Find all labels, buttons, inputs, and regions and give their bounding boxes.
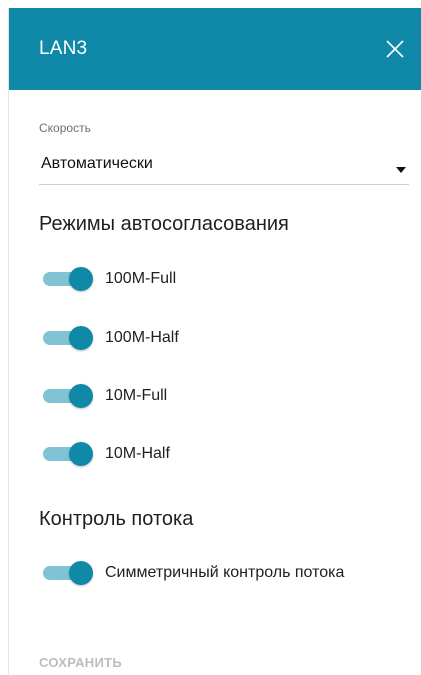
speed-select-value: Автоматически [41,155,153,172]
toggle-thumb [69,561,93,585]
toggle-100m-full[interactable] [43,265,95,291]
autoneg-mode-row: 100M-Full [43,265,403,293]
toggle-thumb [69,442,93,466]
toggle-label-10m-full: 10M-Full [105,387,168,404]
close-icon [381,35,409,63]
toggle-100m-half[interactable] [43,324,95,350]
toggle-thumb [69,267,93,291]
autoneg-mode-row: 10M-Half [43,440,403,468]
autoneg-section-title: Режимы автосогласования [39,213,289,235]
flow-control-section-title: Контроль потока [39,508,194,530]
speed-label: Скорость [39,121,91,135]
toggle-thumb [69,326,93,350]
lan-settings-dialog: LAN3 Скорость Автоматически Режимы автос… [8,8,421,675]
dialog-header: LAN3 [9,8,421,90]
dropdown-arrow-icon [395,161,407,179]
toggle-thumb [69,384,93,408]
close-button[interactable] [381,35,409,63]
toggle-label-100m-half: 100M-Half [105,329,179,346]
toggle-symmetric-flow-control[interactable] [43,559,95,585]
toggle-label-10m-half: 10M-Half [105,445,170,462]
toggle-10m-half[interactable] [43,440,95,466]
toggle-label-100m-full: 100M-Full [105,270,177,287]
toggle-10m-full[interactable] [43,382,95,408]
save-button[interactable]: СОХРАНИТЬ [39,655,122,671]
toggle-label-symmetric-flow-control: Симметричный контроль потока [105,564,345,581]
autoneg-mode-row: 10M-Full [43,382,403,410]
speed-select[interactable]: Автоматически [39,148,409,185]
flow-control-row: Симметричный контроль потока [43,559,403,587]
autoneg-mode-row: 100M-Half [43,324,403,352]
footer-divider [9,628,421,629]
dialog-title: LAN3 [39,38,88,59]
